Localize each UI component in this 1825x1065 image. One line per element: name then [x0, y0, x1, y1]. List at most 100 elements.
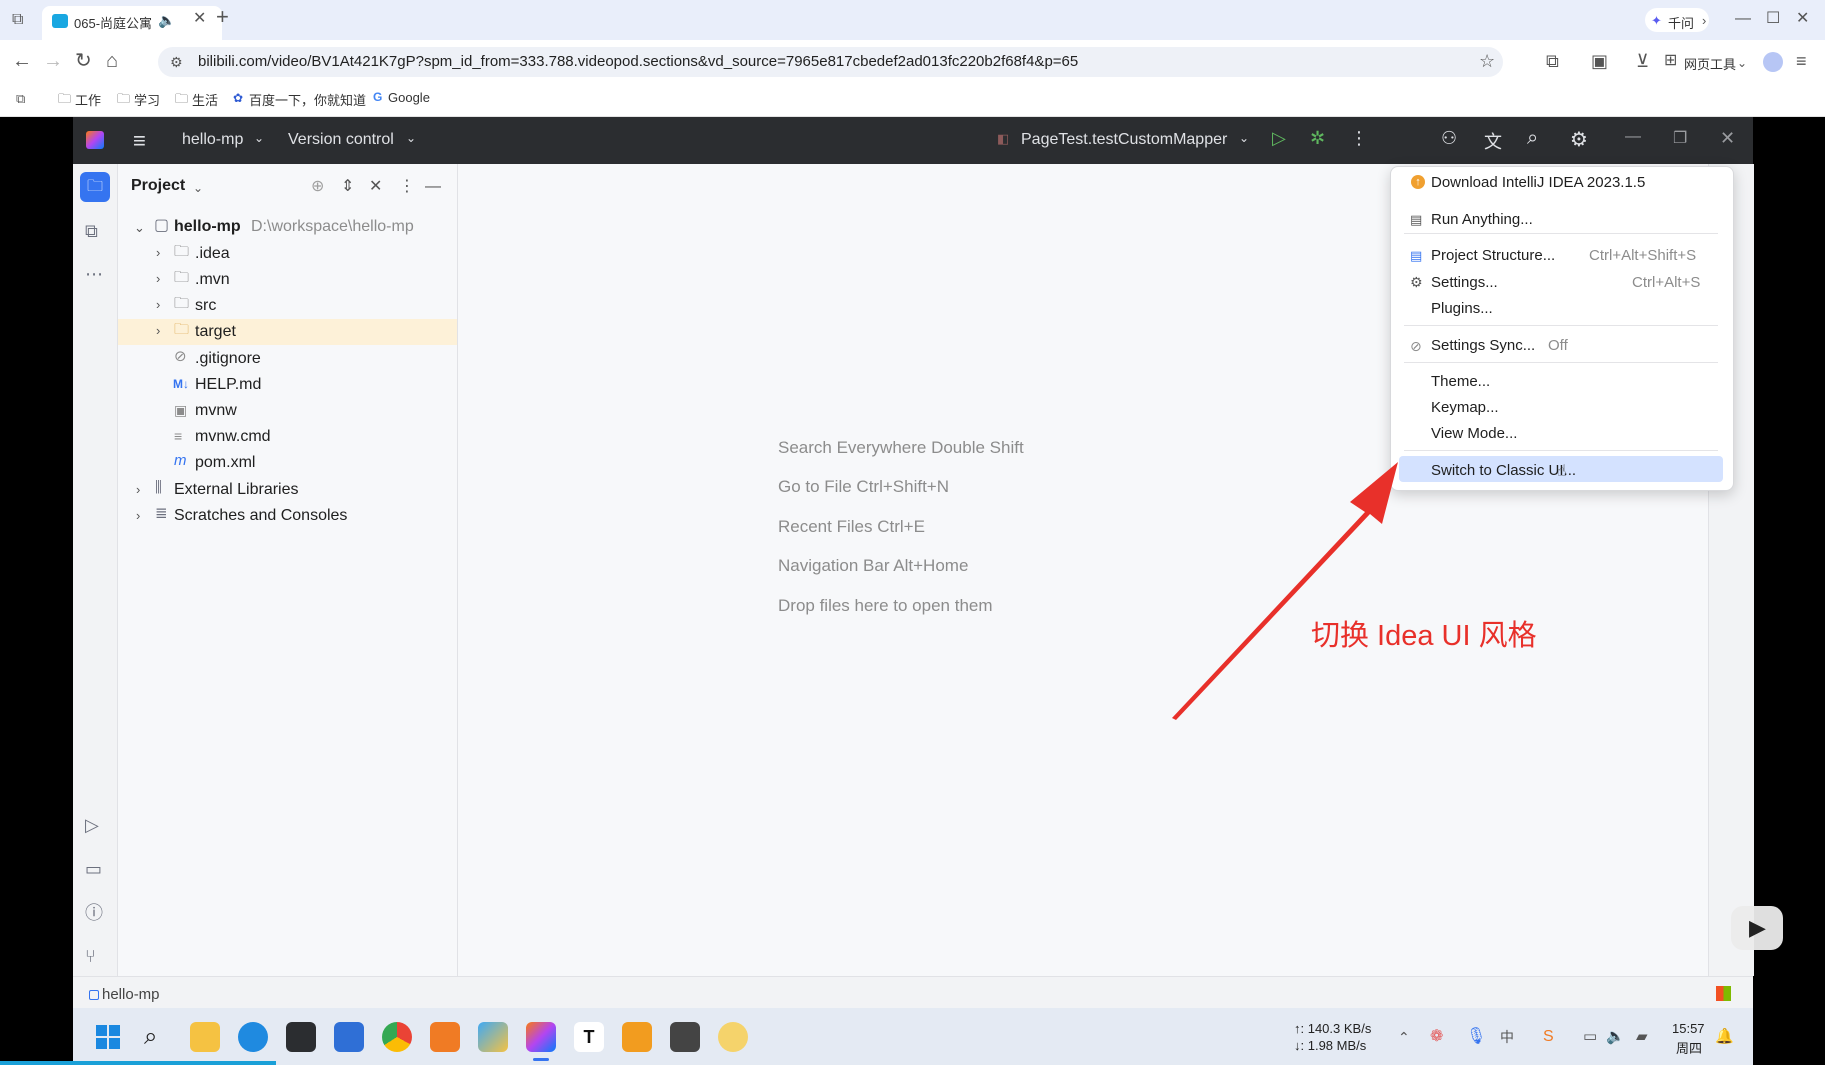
menu-project-structure[interactable]: Project Structure... — [1431, 247, 1555, 264]
tree-item-help[interactable]: HELP.md — [195, 376, 261, 394]
video-progress-bar[interactable] — [0, 1061, 276, 1065]
terminal-app-icon[interactable] — [286, 1022, 316, 1052]
tab-search-icon[interactable]: ⧉ — [12, 10, 23, 30]
bookmark-life[interactable]: 生活 — [192, 90, 218, 109]
taskbar-search-icon[interactable]: ⌕ — [144, 1023, 157, 1051]
intellij-taskbar-icon[interactable] — [526, 1022, 556, 1052]
menu-run-anything[interactable]: Run Anything... — [1431, 211, 1533, 228]
tree-item-idea[interactable]: .idea — [195, 245, 230, 263]
translate-icon[interactable]: 文 — [1484, 128, 1502, 154]
tree-item-mvn[interactable]: .mvn — [195, 271, 230, 289]
web-tools-label[interactable]: 网页工具 — [1684, 54, 1736, 73]
tray-overflow-icon[interactable]: ⌃ — [1398, 1027, 1410, 1047]
git-icon[interactable]: ⑂ — [85, 946, 96, 966]
reload-icon[interactable]: ↻ — [75, 51, 92, 71]
chevron-right-icon[interactable]: › — [156, 321, 160, 341]
typora-icon[interactable]: T — [574, 1022, 604, 1052]
microphone-icon[interactable]: 🎙 — [1466, 1027, 1486, 1047]
screenshot-icon[interactable]: ▣ — [1591, 51, 1608, 71]
tree-item-target[interactable]: target — [195, 323, 236, 341]
structure-tool-icon[interactable]: ⧉ — [85, 221, 98, 241]
locate-icon[interactable]: ⊕ — [311, 177, 324, 197]
maximize-icon[interactable]: ☐ — [1766, 9, 1780, 29]
main-menu-icon[interactable]: ≡ — [133, 128, 146, 154]
store-icon[interactable] — [334, 1022, 364, 1052]
search-everywhere-icon[interactable]: ⌕ — [1527, 127, 1538, 150]
tree-external-libraries[interactable]: External Libraries — [174, 481, 299, 499]
volume-icon[interactable]: 🔈 — [1606, 1027, 1625, 1047]
chevron-right-icon[interactable]: › — [156, 269, 160, 289]
clock-time[interactable]: 15:57 — [1672, 1021, 1705, 1036]
site-info-icon[interactable]: ⚙ — [170, 52, 183, 72]
edge-icon[interactable] — [238, 1022, 268, 1052]
project-tool-icon[interactable]: 🗀 — [80, 172, 110, 202]
expand-all-icon[interactable]: ⇕ — [341, 177, 354, 197]
new-tab-icon[interactable]: + — [216, 6, 229, 28]
tree-item-pom[interactable]: pom.xml — [195, 454, 255, 472]
tree-item-mvnw-cmd[interactable]: mvnw.cmd — [195, 428, 271, 446]
minimize-icon[interactable]: — — [1735, 9, 1751, 29]
menu-theme[interactable]: Theme... — [1431, 373, 1490, 390]
app-dark-icon[interactable] — [670, 1022, 700, 1052]
bookmark-work[interactable]: 工作 — [75, 90, 101, 109]
app-shapes-icon[interactable] — [478, 1022, 508, 1052]
app-paw-icon[interactable] — [718, 1022, 748, 1052]
menu-download-update[interactable]: Download IntelliJ IDEA 2023.1.5 — [1431, 174, 1645, 191]
bookmark-study[interactable]: 学习 — [134, 90, 160, 109]
tray-app-icon[interactable]: ❁ — [1430, 1027, 1443, 1047]
tab-groups-icon[interactable]: ⧉ — [16, 89, 25, 109]
debug-icon[interactable]: ✲ — [1310, 128, 1325, 149]
chevron-right-icon[interactable]: › — [136, 480, 140, 500]
battery-icon[interactable]: ▰ — [1636, 1027, 1648, 1047]
tree-item-mvnw[interactable]: mvnw — [195, 402, 237, 420]
tree-item-src[interactable]: src — [195, 297, 216, 315]
tree-root[interactable]: hello-mp — [174, 218, 241, 236]
run-config-selector[interactable]: PageTest.testCustomMapper — [1021, 131, 1227, 149]
options-icon[interactable]: ⋮ — [399, 177, 415, 197]
tray-s-icon[interactable]: S — [1543, 1027, 1554, 1047]
ide-minimize-icon[interactable]: — — [1625, 128, 1641, 146]
chrome-icon[interactable] — [382, 1022, 412, 1052]
menu-view-mode[interactable]: View Mode... — [1431, 425, 1517, 442]
vcs-widget[interactable]: Version control — [288, 131, 394, 149]
file-explorer-icon[interactable] — [190, 1022, 220, 1052]
hide-panel-icon[interactable]: — — [425, 177, 441, 197]
ide-close-icon[interactable]: ✕ — [1720, 128, 1735, 149]
clock-day[interactable]: 周四 — [1676, 1038, 1702, 1057]
menu-switch-classic-ui[interactable]: Switch to Classic UI... — [1431, 462, 1576, 479]
bookmark-star-icon[interactable]: ☆ — [1479, 51, 1495, 71]
download-icon[interactable]: ⊻ — [1636, 51, 1649, 71]
close-window-icon[interactable]: ✕ — [1796, 9, 1809, 29]
menu-settings[interactable]: Settings... — [1431, 274, 1498, 291]
ide-settings-gear-icon[interactable]: ⚙ — [1570, 127, 1588, 152]
forward-icon[interactable]: → — [43, 51, 63, 71]
more-actions-icon[interactable]: ⋮ — [1350, 128, 1368, 149]
network-icon[interactable]: ▭ — [1583, 1027, 1597, 1047]
status-project[interactable]: hello-mp — [102, 986, 160, 1003]
start-button[interactable] — [96, 1025, 120, 1049]
collapse-all-icon[interactable]: ✕ — [369, 177, 382, 197]
back-icon[interactable]: ← — [12, 51, 32, 71]
menu-icon[interactable]: ≡ — [1796, 51, 1807, 71]
close-tab-icon[interactable]: ✕ — [193, 9, 206, 29]
code-with-me-icon[interactable]: ⚇ — [1441, 128, 1457, 149]
run-icon[interactable]: ▷ — [1272, 128, 1286, 149]
menu-plugins[interactable]: Plugins... — [1431, 300, 1493, 317]
menu-settings-sync[interactable]: Settings Sync... — [1431, 337, 1535, 354]
ide-restore-icon[interactable]: ❐ — [1673, 128, 1687, 148]
url-text[interactable]: bilibili.com/video/BV1At421K7gP?spm_id_f… — [198, 53, 1078, 70]
services-icon[interactable]: ▷ — [85, 815, 99, 835]
chevron-down-icon[interactable]: ⌄ — [134, 218, 145, 238]
tree-item-gitignore[interactable]: .gitignore — [195, 350, 261, 368]
chevron-right-icon[interactable]: › — [156, 243, 160, 263]
more-tools-icon[interactable]: ⋯ — [85, 264, 103, 284]
extensions-icon[interactable]: ⧉ — [1546, 51, 1559, 71]
ime-icon[interactable]: 中 — [1500, 1027, 1514, 1047]
problems-icon[interactable]: ⓘ — [85, 903, 103, 923]
home-icon[interactable]: ⌂ — [106, 51, 118, 71]
menu-keymap[interactable]: Keymap... — [1431, 399, 1499, 416]
chevron-right-icon[interactable]: › — [136, 506, 140, 526]
terminal-icon[interactable]: ▭ — [85, 859, 102, 879]
tree-scratches[interactable]: Scratches and Consoles — [174, 507, 347, 525]
app-orange-icon[interactable] — [430, 1022, 460, 1052]
